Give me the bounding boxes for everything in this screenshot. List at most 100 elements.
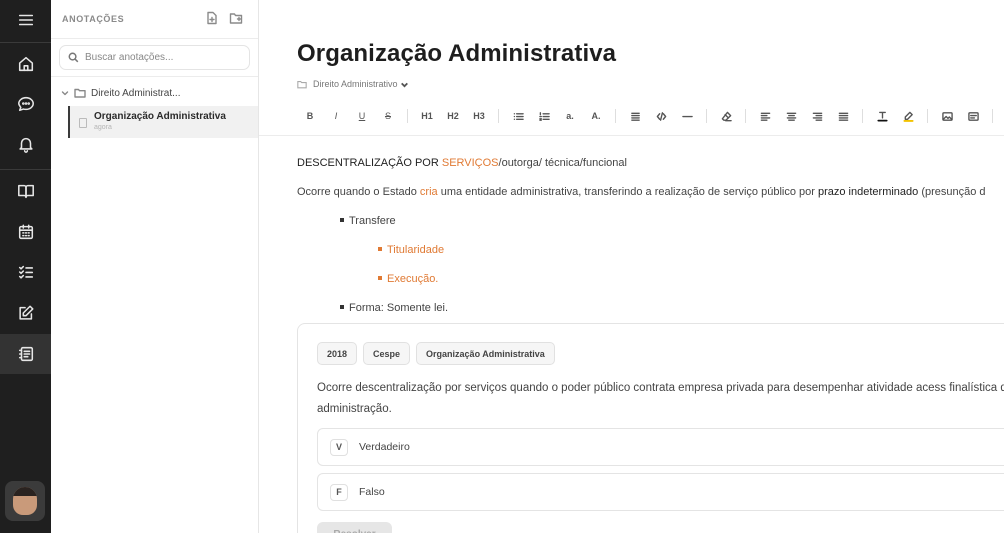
align-left-button[interactable] bbox=[752, 106, 778, 126]
bold-button[interactable]: B bbox=[297, 106, 323, 126]
image-button[interactable] bbox=[934, 106, 960, 126]
bullet bbox=[340, 305, 344, 310]
search-input[interactable] bbox=[85, 52, 245, 63]
chat-icon[interactable] bbox=[0, 84, 51, 124]
highlight-button[interactable] bbox=[895, 106, 921, 126]
editor: Organização Administrativa Direito Admin… bbox=[259, 0, 1004, 533]
calendar-icon[interactable] bbox=[0, 212, 51, 252]
search-field[interactable] bbox=[59, 45, 250, 70]
option-label: Falso bbox=[359, 486, 385, 498]
toolbar-divider bbox=[706, 109, 707, 123]
underline-button[interactable]: U bbox=[349, 106, 375, 126]
question-tags: 2018 Cespe Organização Administrativa bbox=[317, 342, 561, 365]
indent-button[interactable] bbox=[622, 106, 648, 126]
toolbar-divider bbox=[498, 109, 499, 123]
justify-icon bbox=[838, 112, 848, 121]
toolbar-divider bbox=[992, 109, 993, 123]
align-right-button[interactable] bbox=[804, 106, 830, 126]
search-icon bbox=[68, 52, 79, 63]
align-center-button[interactable] bbox=[778, 106, 804, 126]
paragraph-text: Ocorre quando o Estado bbox=[297, 186, 420, 198]
table-button[interactable] bbox=[999, 106, 1004, 126]
h3-button[interactable]: H3 bbox=[466, 106, 492, 126]
list-item-text: Execução. bbox=[387, 273, 439, 285]
checklist-icon[interactable] bbox=[0, 252, 51, 292]
tag-year[interactable]: 2018 bbox=[317, 342, 358, 365]
rail-divider bbox=[0, 42, 51, 43]
bullet-list-icon bbox=[513, 112, 524, 120]
ordered-list-icon bbox=[538, 111, 550, 121]
book-icon[interactable] bbox=[0, 171, 51, 211]
toolbar-divider bbox=[927, 109, 928, 123]
resolve-button[interactable]: Resolver bbox=[317, 522, 392, 533]
toolbar-divider bbox=[615, 109, 616, 123]
horizontal-rule-button[interactable] bbox=[674, 106, 700, 126]
rail-divider bbox=[0, 169, 51, 170]
h2-button[interactable]: H2 bbox=[440, 106, 466, 126]
bullet bbox=[340, 218, 344, 223]
bullet bbox=[378, 247, 382, 252]
paragraph-text: uma entidade administrativa, transferind… bbox=[437, 186, 818, 198]
paragraph-highlight: cria bbox=[419, 186, 438, 198]
image-icon bbox=[941, 111, 953, 121]
new-folder-icon[interactable] bbox=[229, 11, 243, 25]
heading-highlight: SERVIÇOS bbox=[441, 157, 499, 169]
folder-item[interactable]: Direito Administrat... bbox=[61, 86, 180, 100]
heading-text: DESCENTRALIZAÇÃO POR bbox=[297, 157, 442, 169]
question-text: Ocorre descentralização por serviços qua… bbox=[317, 382, 1004, 415]
chevron-down-icon bbox=[61, 91, 69, 96]
panel-title: ANOTAÇÕES bbox=[62, 14, 125, 24]
list-item-text: Forma: Somente lei. bbox=[349, 302, 449, 314]
option-false[interactable]: F Falso bbox=[317, 473, 1004, 511]
format-toolbar: B I U S H1 H2 H3 a. A. bbox=[297, 106, 1004, 126]
note-item[interactable]: Organização Administrativa agora bbox=[68, 106, 258, 138]
upper-alpha-button[interactable]: A. bbox=[583, 106, 609, 126]
notes-panel: ANOTAÇÕES Direito Administrat... Organiz… bbox=[51, 0, 259, 533]
ordered-list-button[interactable] bbox=[531, 106, 557, 126]
align-left-icon bbox=[760, 112, 770, 121]
toolbar-divider bbox=[407, 109, 408, 123]
text-color-icon bbox=[876, 111, 888, 122]
bullet bbox=[378, 276, 382, 281]
text-color-button[interactable] bbox=[869, 106, 895, 126]
code-button[interactable] bbox=[648, 106, 674, 126]
avatar[interactable] bbox=[5, 481, 45, 521]
panel-divider bbox=[51, 76, 258, 77]
breadcrumb[interactable]: Direito Administrativo bbox=[297, 79, 415, 89]
app-rail bbox=[0, 0, 51, 533]
list-item-text: Titularidade bbox=[387, 244, 445, 256]
edit-icon[interactable] bbox=[0, 293, 51, 333]
tag-board[interactable]: Cespe bbox=[363, 342, 411, 365]
chevron-down-icon bbox=[400, 82, 408, 87]
lower-alpha-button[interactable]: a. bbox=[557, 106, 583, 126]
italic-button[interactable]: I bbox=[323, 106, 349, 126]
note-timestamp: agora bbox=[94, 124, 112, 131]
folder-icon bbox=[297, 80, 307, 88]
embed-button[interactable] bbox=[960, 106, 986, 126]
strikethrough-button[interactable]: S bbox=[375, 106, 401, 126]
option-true[interactable]: V Verdadeiro bbox=[317, 428, 1004, 466]
list-item: Execução. bbox=[378, 273, 438, 285]
embed-icon bbox=[967, 111, 979, 121]
list-item-text: Transfere bbox=[349, 215, 396, 227]
toolbar-divider-line bbox=[259, 135, 1004, 136]
justify-button[interactable] bbox=[830, 106, 856, 126]
list-item: Forma: Somente lei. bbox=[340, 302, 448, 314]
align-icon bbox=[630, 112, 640, 121]
clear-format-button[interactable] bbox=[713, 106, 739, 126]
new-note-icon[interactable] bbox=[205, 11, 219, 25]
note-title: Organização Administrativa bbox=[94, 111, 226, 122]
h1-button[interactable]: H1 bbox=[414, 106, 440, 126]
page-title[interactable]: Organização Administrativa bbox=[297, 40, 616, 68]
home-icon[interactable] bbox=[0, 44, 51, 84]
bullet-list-button[interactable] bbox=[505, 106, 531, 126]
folder-label: Direito Administrat... bbox=[91, 87, 181, 99]
align-right-icon bbox=[812, 112, 822, 121]
notes-icon[interactable] bbox=[0, 334, 51, 374]
code-icon bbox=[656, 111, 666, 121]
bell-icon[interactable] bbox=[0, 124, 51, 164]
align-center-icon bbox=[786, 112, 796, 121]
menu-icon[interactable] bbox=[0, 0, 51, 40]
tag-subject[interactable]: Organização Administrativa bbox=[416, 342, 555, 365]
highlight-icon bbox=[902, 111, 914, 122]
